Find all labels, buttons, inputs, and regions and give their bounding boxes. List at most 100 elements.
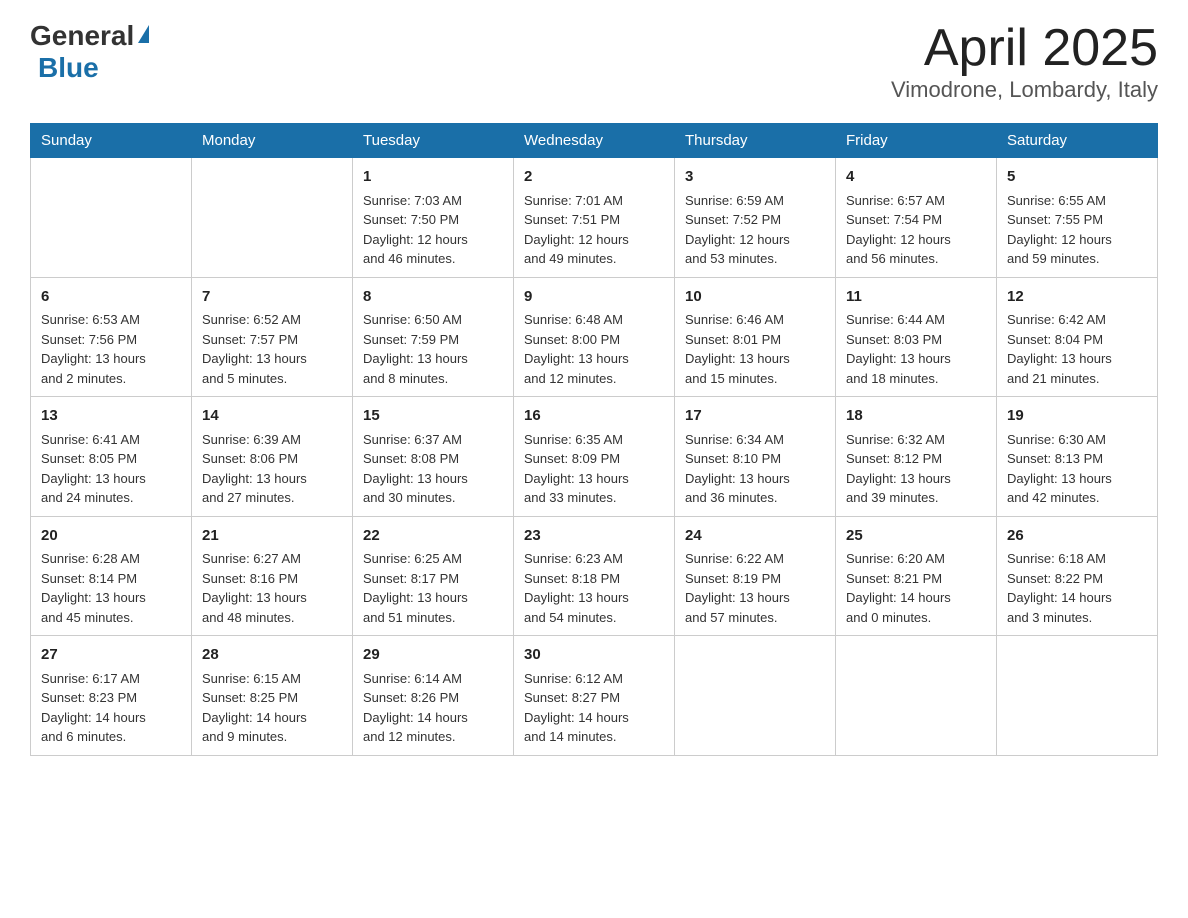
sun-info: Sunrise: 6:57 AM Sunset: 7:54 PM Dayligh… xyxy=(846,191,986,269)
calendar-week-3: 13Sunrise: 6:41 AM Sunset: 8:05 PM Dayli… xyxy=(31,397,1158,517)
calendar-cell: 23Sunrise: 6:23 AM Sunset: 8:18 PM Dayli… xyxy=(514,516,675,636)
sun-info: Sunrise: 6:48 AM Sunset: 8:00 PM Dayligh… xyxy=(524,310,664,388)
page-header: General Blue April 2025 Vimodrone, Lomba… xyxy=(30,20,1158,103)
day-number: 13 xyxy=(41,405,181,428)
sun-info: Sunrise: 6:34 AM Sunset: 8:10 PM Dayligh… xyxy=(685,430,825,508)
day-number: 26 xyxy=(1007,525,1147,548)
day-number: 23 xyxy=(524,525,664,548)
calendar-cell: 15Sunrise: 6:37 AM Sunset: 8:08 PM Dayli… xyxy=(353,397,514,517)
calendar-title: April 2025 xyxy=(891,20,1158,77)
sun-info: Sunrise: 6:55 AM Sunset: 7:55 PM Dayligh… xyxy=(1007,191,1147,269)
day-number: 30 xyxy=(524,644,664,667)
sun-info: Sunrise: 6:52 AM Sunset: 7:57 PM Dayligh… xyxy=(202,310,342,388)
calendar-cell xyxy=(31,158,192,278)
logo-general-text: General xyxy=(30,20,134,52)
day-number: 16 xyxy=(524,405,664,428)
logo-triangle-icon xyxy=(138,25,149,43)
logo: General Blue xyxy=(30,20,149,84)
calendar-cell: 1Sunrise: 7:03 AM Sunset: 7:50 PM Daylig… xyxy=(353,158,514,278)
calendar-cell: 30Sunrise: 6:12 AM Sunset: 8:27 PM Dayli… xyxy=(514,636,675,756)
calendar-cell xyxy=(836,636,997,756)
calendar-cell: 9Sunrise: 6:48 AM Sunset: 8:00 PM Daylig… xyxy=(514,277,675,397)
calendar-body: 1Sunrise: 7:03 AM Sunset: 7:50 PM Daylig… xyxy=(31,158,1158,756)
day-number: 20 xyxy=(41,525,181,548)
sun-info: Sunrise: 6:14 AM Sunset: 8:26 PM Dayligh… xyxy=(363,669,503,747)
header-sunday: Sunday xyxy=(31,124,192,158)
calendar-cell: 13Sunrise: 6:41 AM Sunset: 8:05 PM Dayli… xyxy=(31,397,192,517)
calendar-cell: 12Sunrise: 6:42 AM Sunset: 8:04 PM Dayli… xyxy=(997,277,1158,397)
sun-info: Sunrise: 6:23 AM Sunset: 8:18 PM Dayligh… xyxy=(524,549,664,627)
day-number: 10 xyxy=(685,286,825,309)
day-number: 18 xyxy=(846,405,986,428)
header-tuesday: Tuesday xyxy=(353,124,514,158)
calendar-cell xyxy=(997,636,1158,756)
calendar-header: SundayMondayTuesdayWednesdayThursdayFrid… xyxy=(31,124,1158,158)
sun-info: Sunrise: 6:32 AM Sunset: 8:12 PM Dayligh… xyxy=(846,430,986,508)
sun-info: Sunrise: 6:53 AM Sunset: 7:56 PM Dayligh… xyxy=(41,310,181,388)
day-number: 6 xyxy=(41,286,181,309)
day-number: 14 xyxy=(202,405,342,428)
sun-info: Sunrise: 6:41 AM Sunset: 8:05 PM Dayligh… xyxy=(41,430,181,508)
calendar-week-4: 20Sunrise: 6:28 AM Sunset: 8:14 PM Dayli… xyxy=(31,516,1158,636)
sun-info: Sunrise: 6:18 AM Sunset: 8:22 PM Dayligh… xyxy=(1007,549,1147,627)
sun-info: Sunrise: 6:35 AM Sunset: 8:09 PM Dayligh… xyxy=(524,430,664,508)
calendar-cell: 6Sunrise: 6:53 AM Sunset: 7:56 PM Daylig… xyxy=(31,277,192,397)
calendar-cell xyxy=(675,636,836,756)
sun-info: Sunrise: 7:03 AM Sunset: 7:50 PM Dayligh… xyxy=(363,191,503,269)
sun-info: Sunrise: 6:42 AM Sunset: 8:04 PM Dayligh… xyxy=(1007,310,1147,388)
day-number: 25 xyxy=(846,525,986,548)
calendar-cell: 2Sunrise: 7:01 AM Sunset: 7:51 PM Daylig… xyxy=(514,158,675,278)
day-number: 29 xyxy=(363,644,503,667)
day-number: 12 xyxy=(1007,286,1147,309)
calendar-subtitle: Vimodrone, Lombardy, Italy xyxy=(891,77,1158,103)
calendar-cell: 11Sunrise: 6:44 AM Sunset: 8:03 PM Dayli… xyxy=(836,277,997,397)
day-number: 3 xyxy=(685,166,825,189)
calendar-cell: 10Sunrise: 6:46 AM Sunset: 8:01 PM Dayli… xyxy=(675,277,836,397)
sun-info: Sunrise: 6:15 AM Sunset: 8:25 PM Dayligh… xyxy=(202,669,342,747)
sun-info: Sunrise: 6:28 AM Sunset: 8:14 PM Dayligh… xyxy=(41,549,181,627)
calendar-table: SundayMondayTuesdayWednesdayThursdayFrid… xyxy=(30,123,1158,756)
calendar-cell: 25Sunrise: 6:20 AM Sunset: 8:21 PM Dayli… xyxy=(836,516,997,636)
calendar-cell: 14Sunrise: 6:39 AM Sunset: 8:06 PM Dayli… xyxy=(192,397,353,517)
sun-info: Sunrise: 6:39 AM Sunset: 8:06 PM Dayligh… xyxy=(202,430,342,508)
sun-info: Sunrise: 6:30 AM Sunset: 8:13 PM Dayligh… xyxy=(1007,430,1147,508)
calendar-cell: 18Sunrise: 6:32 AM Sunset: 8:12 PM Dayli… xyxy=(836,397,997,517)
sun-info: Sunrise: 6:27 AM Sunset: 8:16 PM Dayligh… xyxy=(202,549,342,627)
calendar-cell: 28Sunrise: 6:15 AM Sunset: 8:25 PM Dayli… xyxy=(192,636,353,756)
sun-info: Sunrise: 6:46 AM Sunset: 8:01 PM Dayligh… xyxy=(685,310,825,388)
header-saturday: Saturday xyxy=(997,124,1158,158)
sun-info: Sunrise: 7:01 AM Sunset: 7:51 PM Dayligh… xyxy=(524,191,664,269)
calendar-cell: 24Sunrise: 6:22 AM Sunset: 8:19 PM Dayli… xyxy=(675,516,836,636)
calendar-week-5: 27Sunrise: 6:17 AM Sunset: 8:23 PM Dayli… xyxy=(31,636,1158,756)
day-number: 7 xyxy=(202,286,342,309)
logo-blue-text: Blue xyxy=(38,52,99,83)
header-monday: Monday xyxy=(192,124,353,158)
sun-info: Sunrise: 6:50 AM Sunset: 7:59 PM Dayligh… xyxy=(363,310,503,388)
calendar-cell: 26Sunrise: 6:18 AM Sunset: 8:22 PM Dayli… xyxy=(997,516,1158,636)
day-number: 2 xyxy=(524,166,664,189)
sun-info: Sunrise: 6:59 AM Sunset: 7:52 PM Dayligh… xyxy=(685,191,825,269)
day-number: 22 xyxy=(363,525,503,548)
sun-info: Sunrise: 6:12 AM Sunset: 8:27 PM Dayligh… xyxy=(524,669,664,747)
sun-info: Sunrise: 6:25 AM Sunset: 8:17 PM Dayligh… xyxy=(363,549,503,627)
day-number: 19 xyxy=(1007,405,1147,428)
header-thursday: Thursday xyxy=(675,124,836,158)
sun-info: Sunrise: 6:20 AM Sunset: 8:21 PM Dayligh… xyxy=(846,549,986,627)
day-number: 21 xyxy=(202,525,342,548)
calendar-cell: 21Sunrise: 6:27 AM Sunset: 8:16 PM Dayli… xyxy=(192,516,353,636)
calendar-cell: 27Sunrise: 6:17 AM Sunset: 8:23 PM Dayli… xyxy=(31,636,192,756)
title-block: April 2025 Vimodrone, Lombardy, Italy xyxy=(891,20,1158,103)
calendar-cell: 16Sunrise: 6:35 AM Sunset: 8:09 PM Dayli… xyxy=(514,397,675,517)
calendar-cell: 17Sunrise: 6:34 AM Sunset: 8:10 PM Dayli… xyxy=(675,397,836,517)
day-number: 28 xyxy=(202,644,342,667)
calendar-cell: 29Sunrise: 6:14 AM Sunset: 8:26 PM Dayli… xyxy=(353,636,514,756)
sun-info: Sunrise: 6:44 AM Sunset: 8:03 PM Dayligh… xyxy=(846,310,986,388)
calendar-cell: 22Sunrise: 6:25 AM Sunset: 8:17 PM Dayli… xyxy=(353,516,514,636)
header-row: SundayMondayTuesdayWednesdayThursdayFrid… xyxy=(31,124,1158,158)
day-number: 8 xyxy=(363,286,503,309)
day-number: 15 xyxy=(363,405,503,428)
day-number: 27 xyxy=(41,644,181,667)
calendar-cell: 4Sunrise: 6:57 AM Sunset: 7:54 PM Daylig… xyxy=(836,158,997,278)
day-number: 5 xyxy=(1007,166,1147,189)
header-friday: Friday xyxy=(836,124,997,158)
